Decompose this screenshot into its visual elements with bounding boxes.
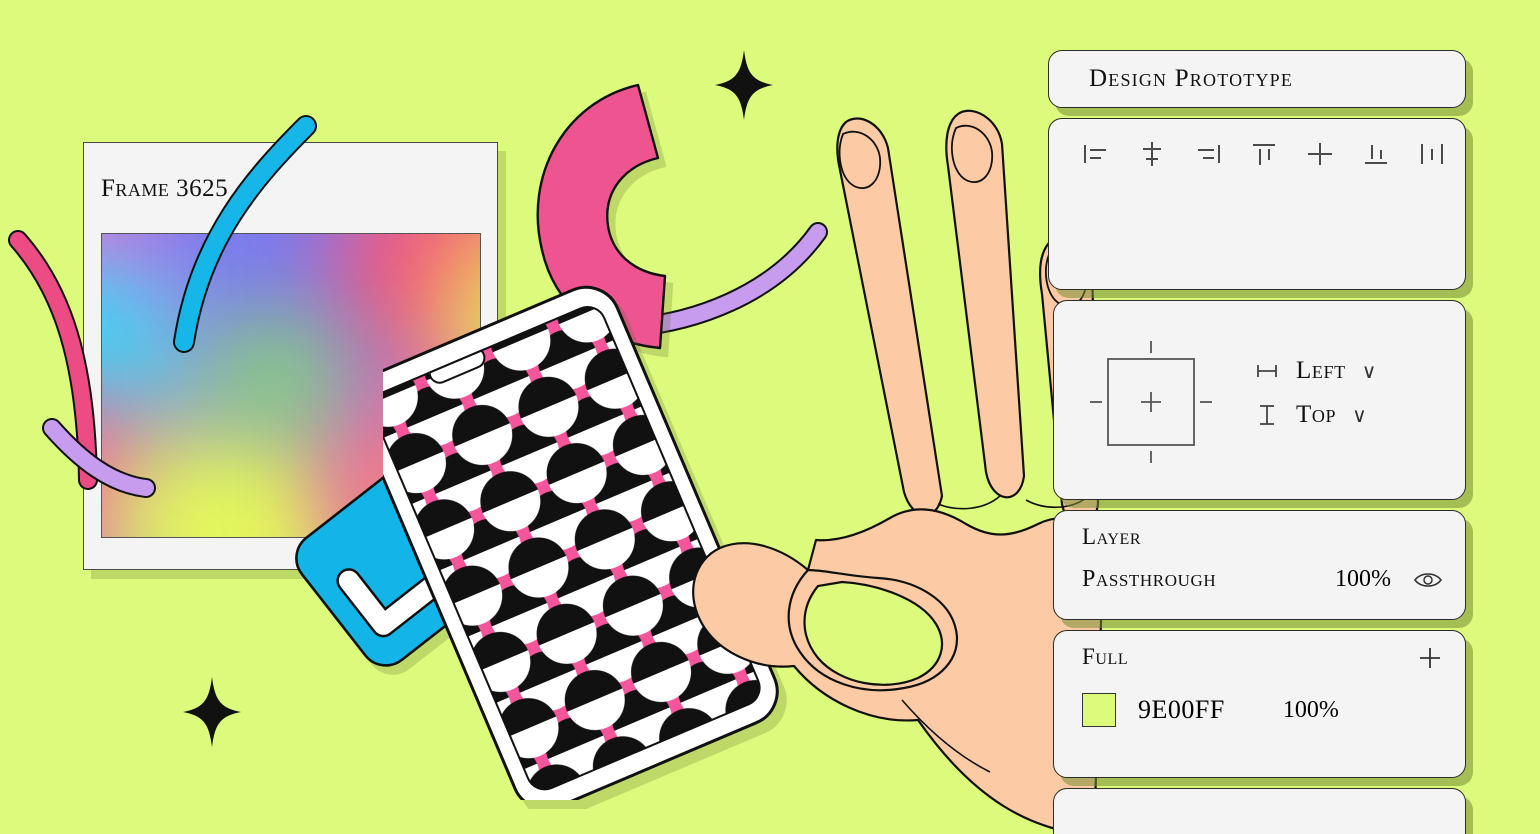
align-right-icon[interactable] xyxy=(1191,137,1225,171)
layer-panel: Layer Passthrough 100% xyxy=(1053,510,1466,620)
vertical-constraint-value: Top xyxy=(1296,401,1337,428)
inspector-title-panel: Design Prototype xyxy=(1048,50,1466,108)
chevron-down-icon-vertical[interactable]: ∨ xyxy=(1352,403,1367,428)
add-fill-button[interactable] xyxy=(1417,645,1443,671)
layer-row: Passthrough 100% xyxy=(1082,566,1443,593)
alignment-toolbar xyxy=(1079,137,1449,171)
blue-ribbon-decoration xyxy=(160,115,320,358)
fill-color-swatch[interactable] xyxy=(1082,693,1116,727)
layer-opacity-value[interactable]: 100% xyxy=(1335,566,1391,593)
horizontal-constraint-icon xyxy=(1254,358,1280,384)
alignment-panel xyxy=(1048,118,1466,290)
align-vertical-center-icon[interactable] xyxy=(1303,137,1337,171)
purple-ribbon-decoration-left xyxy=(42,418,162,508)
fill-row: 9E00FF 100% xyxy=(1082,693,1443,727)
align-bottom-icon[interactable] xyxy=(1359,137,1393,171)
fill-panel: Full 9E00FF 100% xyxy=(1053,630,1466,778)
constraints-widget[interactable] xyxy=(1086,337,1216,467)
align-horizontal-center-icon[interactable] xyxy=(1135,137,1169,171)
distribute-icon[interactable] xyxy=(1415,137,1449,171)
constraints-panel: Left ∨ Top ∨ xyxy=(1053,300,1466,500)
layer-blend-mode[interactable]: Passthrough xyxy=(1082,566,1216,593)
constraints-fields: Left ∨ Top ∨ xyxy=(1254,357,1376,429)
vertical-constraint-field[interactable]: Top ∨ xyxy=(1254,401,1376,429)
fill-heading: Full xyxy=(1082,644,1129,669)
horizontal-constraint-value: Left xyxy=(1296,357,1346,384)
ok-hand-illustration xyxy=(690,100,1110,834)
page-title: Design Prototype xyxy=(1089,65,1294,92)
sparkle-icon-bottom xyxy=(181,675,243,749)
chevron-down-icon-horizontal[interactable]: ∨ xyxy=(1362,359,1377,384)
fill-opacity-value[interactable]: 100% xyxy=(1283,697,1339,724)
fill-hex-value[interactable]: 9E00FF xyxy=(1138,695,1225,725)
vertical-constraint-icon xyxy=(1254,402,1280,428)
eye-icon[interactable] xyxy=(1413,571,1443,589)
align-left-icon[interactable] xyxy=(1079,137,1113,171)
layer-heading: Layer xyxy=(1082,524,1142,549)
artboard: Frame 3625 Design Prototype Left ∨ Top ∨… xyxy=(0,0,1540,834)
align-top-icon[interactable] xyxy=(1247,137,1281,171)
horizontal-constraint-field[interactable]: Left ∨ xyxy=(1254,357,1376,385)
inspector-bottom-panel xyxy=(1053,788,1466,834)
